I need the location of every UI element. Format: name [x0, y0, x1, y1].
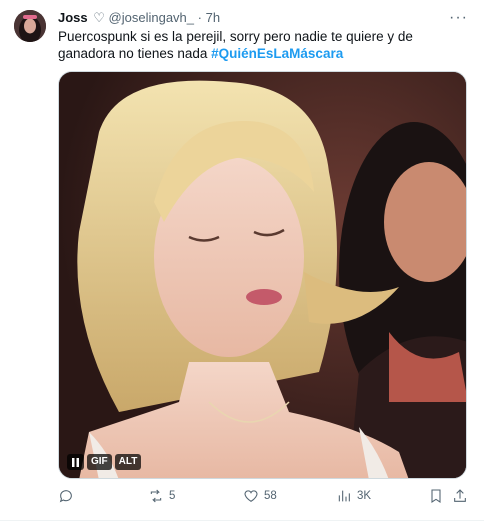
bookmark-icon — [431, 489, 441, 503]
share-icon — [454, 489, 466, 502]
like-button[interactable]: 58 — [243, 488, 277, 504]
media-badges: GIF ALT — [67, 454, 142, 470]
more-options-icon[interactable]: ··· — [449, 9, 468, 27]
author-handle[interactable]: @joselingavh_ — [109, 10, 194, 25]
like-count: 58 — [264, 490, 277, 502]
views-count: 3K — [357, 490, 372, 502]
author-name[interactable]: Joss — [58, 10, 88, 25]
bookmark-button[interactable] — [428, 488, 444, 504]
repost-count: 5 — [169, 490, 176, 502]
author-heart-symbol: ♡ — [93, 10, 105, 25]
pause-icon[interactable] — [67, 454, 84, 470]
alt-badge[interactable]: ALT — [114, 454, 142, 470]
share-button[interactable] — [452, 488, 468, 504]
repost-button[interactable]: 5 — [148, 488, 175, 504]
hashtag-link[interactable]: #QuiénEsLaMáscara — [211, 46, 343, 61]
timestamp[interactable]: 7h — [206, 10, 220, 25]
separator: · — [197, 10, 202, 25]
views-button[interactable]: 3K — [336, 488, 371, 504]
gif-badge: GIF — [87, 454, 112, 470]
avatar[interactable] — [14, 10, 46, 42]
reply-icon — [59, 490, 72, 503]
tweet[interactable]: Joss ♡ @joselingavh_ · 7h ··· Puercospun… — [0, 0, 484, 521]
gif-frame-image — [59, 72, 466, 478]
repost-icon — [150, 489, 162, 503]
reply-button[interactable] — [58, 488, 79, 504]
action-bar: 5 58 3K — [58, 488, 468, 508]
like-icon — [244, 490, 258, 502]
gif-media[interactable]: GIF ALT — [58, 71, 467, 479]
tweet-text: Puercospunk si es la perejil, sorry pero… — [58, 28, 458, 62]
tweet-header: Joss ♡ @joselingavh_ · 7h — [58, 10, 220, 26]
views-icon — [338, 490, 350, 502]
